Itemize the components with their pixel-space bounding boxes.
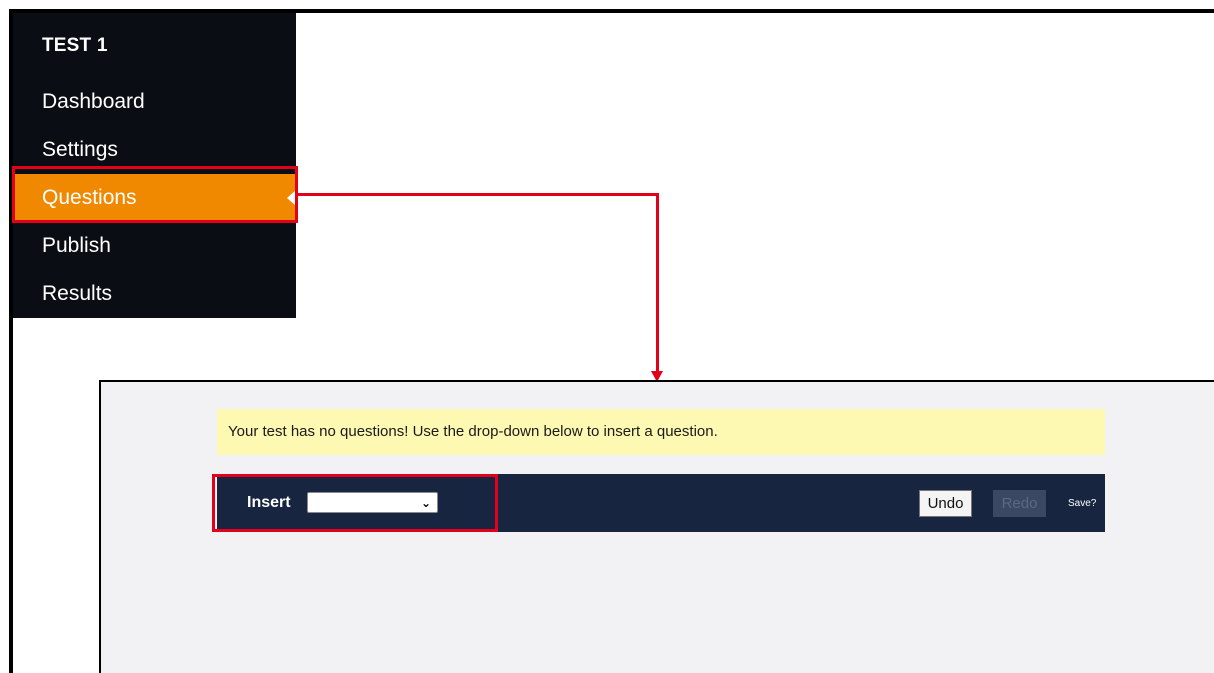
sidebar-item-settings[interactable]: Settings bbox=[13, 126, 296, 174]
sidebar-item-label: Publish bbox=[42, 234, 111, 257]
sidebar-title: TEST 1 bbox=[42, 35, 108, 56]
insert-question-select[interactable]: ⌄ bbox=[307, 492, 438, 513]
sidebar-item-label: Settings bbox=[42, 138, 118, 161]
empty-test-notice: Your test has no questions! Use the drop… bbox=[217, 409, 1105, 455]
sidebar-item-label: Results bbox=[42, 282, 113, 305]
connector-line-vertical bbox=[656, 193, 659, 371]
sidebar-item-publish[interactable]: Publish bbox=[13, 222, 296, 270]
sidebar-item-label: Questions bbox=[42, 186, 137, 209]
save-link[interactable]: Save? bbox=[1068, 498, 1096, 509]
sidebar-item-results[interactable]: Results bbox=[13, 270, 296, 318]
sidebar: TEST 1 Dashboard Settings Questions Publ… bbox=[13, 13, 296, 318]
undo-button[interactable]: Undo bbox=[919, 490, 972, 517]
connector-line-horizontal bbox=[296, 193, 659, 196]
sidebar-item-questions[interactable]: Questions bbox=[13, 174, 296, 222]
redo-button[interactable]: Redo bbox=[993, 490, 1046, 517]
insert-label: Insert bbox=[247, 494, 291, 511]
caret-left-icon bbox=[287, 190, 296, 206]
screenshot-canvas: TEST 1 Dashboard Settings Questions Publ… bbox=[0, 0, 1214, 673]
sidebar-item-dashboard[interactable]: Dashboard bbox=[13, 78, 296, 126]
sidebar-item-label: Dashboard bbox=[42, 90, 145, 113]
chevron-down-icon: ⌄ bbox=[420, 496, 431, 510]
